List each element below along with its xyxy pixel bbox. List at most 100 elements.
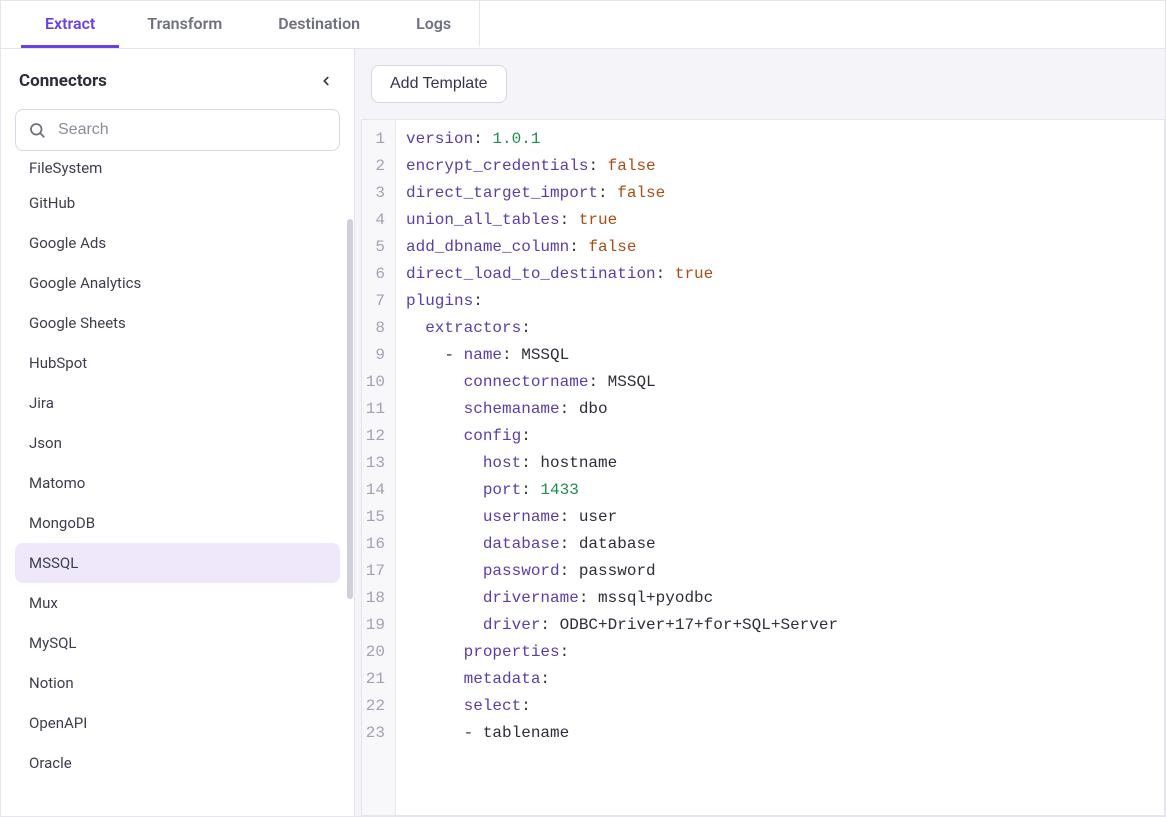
connector-item-label: OpenAPI xyxy=(29,714,87,732)
line-number: 2 xyxy=(362,153,389,180)
tab-label: Extract xyxy=(45,14,95,33)
code-line[interactable]: - tablename xyxy=(406,720,1154,747)
connector-item-label: FileSystem xyxy=(29,159,102,177)
line-number: 6 xyxy=(362,261,389,288)
connector-item-label: HubSpot xyxy=(29,354,87,372)
line-number: 3 xyxy=(362,180,389,207)
editor-code[interactable]: version: 1.0.1encrypt_credentials: false… xyxy=(396,120,1164,815)
code-line[interactable]: password: password xyxy=(406,558,1154,585)
code-line[interactable]: database: database xyxy=(406,531,1154,558)
connector-item-label: Notion xyxy=(29,674,74,692)
code-line[interactable]: add_dbname_column: false xyxy=(406,234,1154,261)
connectors-sidebar: Connectors FileSystemGitHubGoogle AdsGoo xyxy=(1,49,355,816)
main-tabs: Extract Transform Destination Logs xyxy=(1,1,1165,49)
connector-item[interactable]: HubSpot xyxy=(15,343,340,383)
connector-item[interactable]: Matomo xyxy=(15,463,340,503)
line-number: 16 xyxy=(362,531,389,558)
connector-item[interactable]: Json xyxy=(15,423,340,463)
line-number: 1 xyxy=(362,126,389,153)
line-number: 21 xyxy=(362,666,389,693)
connector-item[interactable]: Oracle xyxy=(15,743,340,783)
connector-item[interactable]: MySQL xyxy=(15,623,340,663)
tab-label: Destination xyxy=(278,14,360,33)
connector-item-label: Google Analytics xyxy=(29,274,141,292)
connector-item[interactable]: MongoDB xyxy=(15,503,340,543)
code-line[interactable]: drivername: mssql+pyodbc xyxy=(406,585,1154,612)
code-line[interactable]: direct_target_import: false xyxy=(406,180,1154,207)
add-template-button[interactable]: Add Template xyxy=(371,65,507,103)
connector-item-label: Google Sheets xyxy=(29,314,126,332)
sidebar-title: Connectors xyxy=(19,71,107,91)
line-number: 7 xyxy=(362,288,389,315)
search-wrap xyxy=(1,103,354,159)
connector-item[interactable]: GitHub xyxy=(15,183,340,223)
code-line[interactable]: driver: ODBC+Driver+17+for+SQL+Server xyxy=(406,612,1154,639)
code-line[interactable]: version: 1.0.1 xyxy=(406,126,1154,153)
code-line[interactable]: config: xyxy=(406,423,1154,450)
connector-item-label: Matomo xyxy=(29,474,85,492)
line-number: 9 xyxy=(362,342,389,369)
line-number: 17 xyxy=(362,558,389,585)
search-box[interactable] xyxy=(15,109,340,151)
code-line[interactable]: encrypt_credentials: false xyxy=(406,153,1154,180)
app-window: Extract Transform Destination Logs Connecto… xyxy=(0,0,1166,817)
yaml-editor[interactable]: 1234567891011121314151617181920212223 ve… xyxy=(361,119,1165,816)
connector-item[interactable]: Notion xyxy=(15,663,340,703)
line-number: 5 xyxy=(362,234,389,261)
connector-item-label: MySQL xyxy=(29,634,77,652)
code-line[interactable]: direct_load_to_destination: true xyxy=(406,261,1154,288)
line-number: 14 xyxy=(362,477,389,504)
code-line[interactable]: select: xyxy=(406,693,1154,720)
connector-item-label: Jira xyxy=(29,394,54,412)
line-number: 19 xyxy=(362,612,389,639)
line-number: 20 xyxy=(362,639,389,666)
connector-item-label: MSSQL xyxy=(29,554,78,572)
line-number: 18 xyxy=(362,585,389,612)
connector-list[interactable]: FileSystem GitHubGoogle Ads Google Analyti… xyxy=(1,159,354,816)
connector-item-label: Mux xyxy=(29,594,58,612)
main-panel: Add Template 123456789101112131415161718… xyxy=(355,49,1165,816)
line-number: 15 xyxy=(362,504,389,531)
line-number: 12 xyxy=(362,423,389,450)
tab-extract[interactable]: Extract xyxy=(21,1,119,48)
chevron-left-icon xyxy=(319,74,333,88)
editor-gutter: 1234567891011121314151617181920212223 xyxy=(362,120,396,815)
connector-item[interactable]: Google Ads xyxy=(15,223,340,263)
search-icon xyxy=(28,121,46,139)
line-number: 8 xyxy=(362,315,389,342)
scrollbar-thumb[interactable] xyxy=(347,219,353,599)
connector-item[interactable]: MSSQL xyxy=(15,543,340,583)
code-line[interactable]: properties: xyxy=(406,639,1154,666)
connector-item[interactable]: Jira xyxy=(15,383,340,423)
code-line[interactable]: port: 1433 xyxy=(406,477,1154,504)
connector-item[interactable]: FileSystem xyxy=(15,159,340,183)
code-line[interactable]: plugins: xyxy=(406,288,1154,315)
search-input[interactable] xyxy=(56,120,327,140)
sidebar-header: Connectors xyxy=(1,49,354,103)
connector-item[interactable]: Google Analytics xyxy=(15,263,340,303)
collapse-sidebar-button[interactable] xyxy=(312,67,340,95)
connector-item-label: Oracle xyxy=(29,754,72,772)
line-number: 11 xyxy=(362,396,389,423)
code-line[interactable]: - name: MSSQL xyxy=(406,342,1154,369)
connector-item[interactable]: OpenAPI xyxy=(15,703,340,743)
tab-destination[interactable]: Destination xyxy=(250,1,388,48)
code-line[interactable]: connectorname: MSSQL xyxy=(406,369,1154,396)
code-line[interactable]: schemaname: dbo xyxy=(406,396,1154,423)
connector-item-label: MongoDB xyxy=(29,514,95,532)
tab-logs[interactable]: Logs xyxy=(388,1,480,48)
line-number: 10 xyxy=(362,369,389,396)
code-line[interactable]: username: user xyxy=(406,504,1154,531)
code-line[interactable]: extractors: xyxy=(406,315,1154,342)
line-number: 13 xyxy=(362,450,389,477)
line-number: 23 xyxy=(362,720,389,747)
connector-item[interactable]: Mux xyxy=(15,583,340,623)
connector-item[interactable]: Google Sheets xyxy=(15,303,340,343)
code-line[interactable]: union_all_tables: true xyxy=(406,207,1154,234)
tab-label: Logs xyxy=(416,14,451,33)
tab-transform[interactable]: Transform xyxy=(119,1,250,48)
line-number: 22 xyxy=(362,693,389,720)
code-line[interactable]: host: hostname xyxy=(406,450,1154,477)
code-line[interactable]: metadata: xyxy=(406,666,1154,693)
editor-toolbar: Add Template xyxy=(355,49,1165,119)
